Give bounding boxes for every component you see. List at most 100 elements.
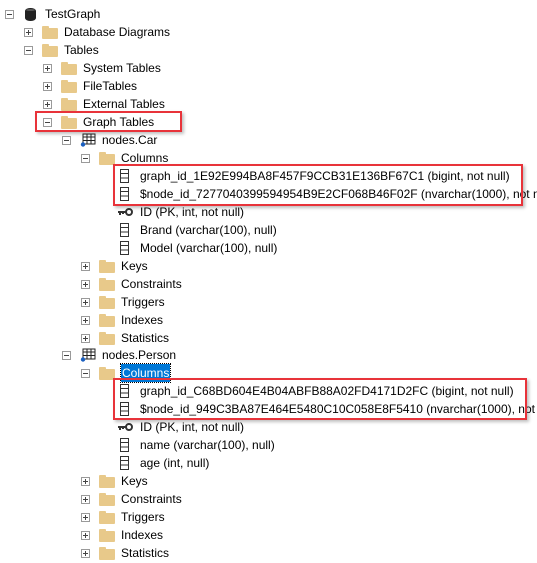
tree-node-label: External Tables	[83, 97, 165, 111]
collapse-toggle[interactable]	[5, 9, 14, 19]
tree-node-nodes-person[interactable]: nodes.Person	[62, 346, 176, 364]
tree-node-label: ID (PK, int, not null)	[140, 420, 245, 434]
tree-node-label: $node_id_7277040399594954B9E2CF068B46F02…	[140, 187, 537, 201]
folder-icon	[99, 151, 115, 165]
collapse-toggle[interactable]	[81, 368, 90, 378]
tree-node-indexes[interactable]: Indexes	[81, 526, 163, 544]
tree-node-label: TestGraph	[45, 7, 101, 21]
node-table-icon	[80, 348, 96, 362]
folder-icon	[99, 528, 115, 542]
tree-node-column[interactable]: graph_id_1E92E994BA8F457F9CCB31E136BF67C…	[118, 167, 510, 185]
tree-node-label: Database Diagrams	[64, 25, 171, 39]
tree-node-constraints[interactable]: Constraints	[81, 275, 182, 293]
column-icon	[118, 402, 134, 416]
folder-icon	[99, 474, 115, 488]
expand-toggle[interactable]	[43, 99, 52, 109]
folder-icon	[99, 492, 115, 506]
collapse-toggle[interactable]	[81, 153, 90, 163]
tree-node-label: Indexes	[121, 313, 164, 327]
tree-node-column-key[interactable]: ID (PK, int, not null)	[118, 203, 244, 221]
tree-node-label: nodes.Car	[102, 133, 158, 147]
tree-node-graph-tables[interactable]: Graph Tables	[43, 113, 154, 131]
tree-node-column-key[interactable]: ID (PK, int, not null)	[118, 418, 244, 436]
folder-icon	[99, 295, 115, 309]
folder-icon	[99, 331, 115, 345]
tree-node-label: Constraints	[121, 492, 182, 506]
expand-toggle[interactable]	[43, 63, 52, 73]
collapse-toggle[interactable]	[43, 117, 52, 127]
expand-toggle[interactable]	[81, 548, 90, 558]
expand-toggle[interactable]	[81, 530, 90, 540]
tree-node-label: Keys	[121, 259, 148, 273]
expand-toggle[interactable]	[24, 27, 33, 37]
folder-icon	[61, 61, 77, 75]
tree-node-label: Tables	[64, 43, 99, 57]
object-explorer-tree: TestGraph Database Diagrams Tables Syste…	[0, 0, 537, 563]
database-icon	[23, 7, 39, 21]
tree-node-label: Keys	[121, 474, 148, 488]
folder-icon	[99, 259, 115, 273]
folder-icon	[99, 366, 115, 380]
expand-toggle[interactable]	[81, 279, 90, 289]
tree-node-label: name (varchar(100), null)	[140, 438, 275, 452]
collapse-toggle[interactable]	[24, 45, 33, 55]
folder-icon	[99, 546, 115, 560]
tree-node-keys[interactable]: Keys	[81, 257, 148, 275]
tree-node-label: graph_id_C68BD604E4B04ABFB88A02FD4171D2F…	[140, 384, 514, 398]
tree-node-label: Columns	[121, 151, 169, 165]
tree-node-label: Statistics	[121, 331, 170, 345]
tree-node-constraints[interactable]: Constraints	[81, 490, 182, 508]
folder-icon	[99, 510, 115, 524]
tree-node-column[interactable]: age (int, null)	[118, 454, 209, 472]
tree-node-label: $node_id_949C3BA87E464E5480C10C058E8F541…	[140, 402, 537, 416]
tree-node-column[interactable]: $node_id_7277040399594954B9E2CF068B46F02…	[118, 185, 537, 203]
tree-node-column[interactable]: name (varchar(100), null)	[118, 436, 275, 454]
tree-node-label: System Tables	[83, 61, 161, 75]
expand-toggle[interactable]	[81, 315, 90, 325]
tree-node-column[interactable]: Model (varchar(100), null)	[118, 239, 277, 257]
tree-node-triggers[interactable]: Triggers	[81, 508, 165, 526]
tree-node-column[interactable]: graph_id_C68BD604E4B04ABFB88A02FD4171D2F…	[118, 382, 514, 400]
folder-icon	[99, 313, 115, 327]
folder-icon	[61, 79, 77, 93]
expand-toggle[interactable]	[81, 333, 90, 343]
tree-node-label: Graph Tables	[83, 115, 155, 129]
node-table-icon	[80, 133, 96, 147]
folder-icon	[61, 97, 77, 111]
tree-node-tables[interactable]: Tables	[24, 41, 99, 59]
tree-node-label: Columns	[119, 363, 172, 383]
tree-node-label: Indexes	[121, 528, 164, 542]
tree-node-column[interactable]: Brand (varchar(100), null)	[118, 221, 277, 239]
expand-toggle[interactable]	[81, 261, 90, 271]
expand-toggle[interactable]	[81, 494, 90, 504]
tree-node-columns-selected[interactable]: Columns	[81, 363, 172, 383]
expand-toggle[interactable]	[81, 476, 90, 486]
tree-node-label: Statistics	[121, 546, 170, 560]
column-icon	[118, 187, 134, 201]
tree-node-database-diagrams[interactable]: Database Diagrams	[24, 23, 170, 41]
tree-node-filetables[interactable]: FileTables	[43, 77, 137, 95]
expand-toggle[interactable]	[81, 512, 90, 522]
tree-node-system-tables[interactable]: System Tables	[43, 59, 161, 77]
tree-node-external-tables[interactable]: External Tables	[43, 95, 165, 113]
tree-node-triggers[interactable]: Triggers	[81, 293, 165, 311]
expand-toggle[interactable]	[43, 81, 52, 91]
tree-node-label: graph_id_1E92E994BA8F457F9CCB31E136BF67C…	[140, 169, 510, 183]
tree-node-statistics[interactable]: Statistics	[81, 329, 169, 347]
column-icon	[118, 241, 134, 255]
folder-icon	[61, 115, 77, 129]
tree-node-label: Constraints	[121, 277, 182, 291]
tree-node-database[interactable]: TestGraph	[5, 5, 100, 23]
tree-node-column[interactable]: $node_id_949C3BA87E464E5480C10C058E8F541…	[118, 400, 537, 418]
collapse-toggle[interactable]	[62, 135, 71, 145]
folder-icon	[99, 277, 115, 291]
expand-toggle[interactable]	[81, 297, 90, 307]
tree-node-columns[interactable]: Columns	[81, 149, 168, 167]
tree-node-keys[interactable]: Keys	[81, 472, 148, 490]
tree-node-statistics[interactable]: Statistics	[81, 544, 169, 562]
tree-node-label: Brand (varchar(100), null)	[140, 223, 277, 237]
tree-node-label: Triggers	[121, 295, 165, 309]
collapse-toggle[interactable]	[62, 350, 71, 360]
tree-node-indexes[interactable]: Indexes	[81, 311, 163, 329]
tree-node-nodes-car[interactable]: nodes.Car	[62, 131, 157, 149]
